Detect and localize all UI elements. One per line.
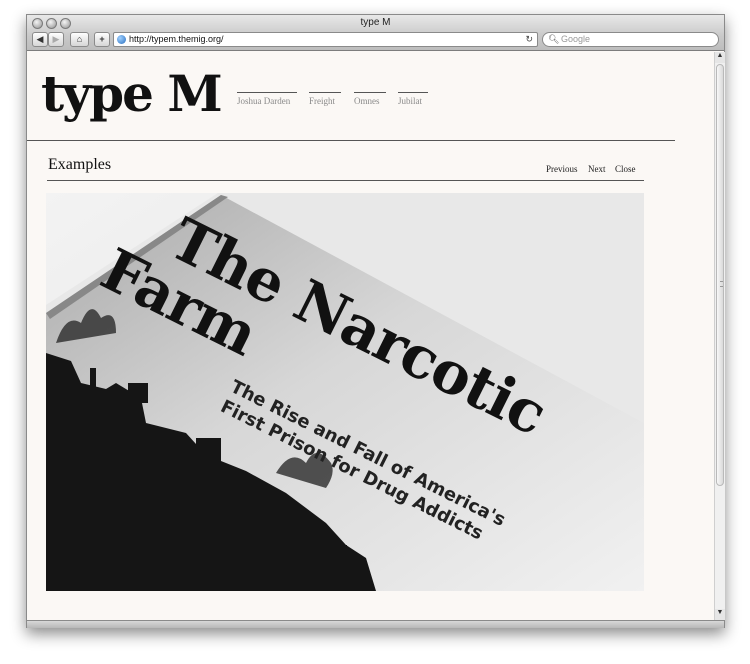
page-title: Examples [48,156,112,173]
scroll-thumb[interactable] [716,64,724,486]
scroll-down-icon[interactable]: ▼ [715,609,725,620]
site-logo[interactable]: type M [41,64,223,124]
reload-icon[interactable]: ↻ [525,33,533,46]
status-bar [27,620,724,628]
nav-item-freight[interactable]: Freight [309,92,341,106]
globe-icon [117,35,126,44]
next-link[interactable]: Next [588,164,606,174]
book-cover-photo: The Narcotic Farm The Rise and Fall of A… [46,193,644,591]
window-title: type M [360,17,391,28]
search-placeholder: Google [561,34,591,44]
search-icon: 🔍︎ [548,34,560,44]
nav-item-joshua-darden[interactable]: Joshua Darden [237,92,297,106]
page-content: type M Joshua Darden Freight Omnes Jubil… [27,52,714,620]
nav-item-omnes[interactable]: Omnes [354,92,386,106]
home-button[interactable]: ⌂ [70,32,89,47]
url-text: http://typem.themig.org/ [129,34,224,44]
scroll-up-icon[interactable]: ▲ [715,52,725,63]
forward-button[interactable]: ▶ [48,32,64,47]
close-link[interactable]: Close [615,164,636,174]
vertical-scrollbar[interactable]: ▲ ▼ [714,52,725,620]
title-bar: type M ◀ ▶ ⌂ + http://typem.themig.org/ … [27,15,724,51]
previous-link[interactable]: Previous [546,164,578,174]
search-input[interactable]: 🔍︎ Google [542,32,719,47]
header-divider [27,140,675,141]
add-bookmark-button[interactable]: + [94,32,110,47]
book-cover-image: The Narcotic Farm The Rise and Fall of A… [46,193,644,591]
section-divider [47,180,644,181]
browser-window: type M ◀ ▶ ⌂ + http://typem.themig.org/ … [26,14,725,628]
back-button[interactable]: ◀ [32,32,48,47]
nav-item-jubilat[interactable]: Jubilat [398,92,428,106]
address-bar[interactable]: http://typem.themig.org/ ↻ [113,32,538,47]
